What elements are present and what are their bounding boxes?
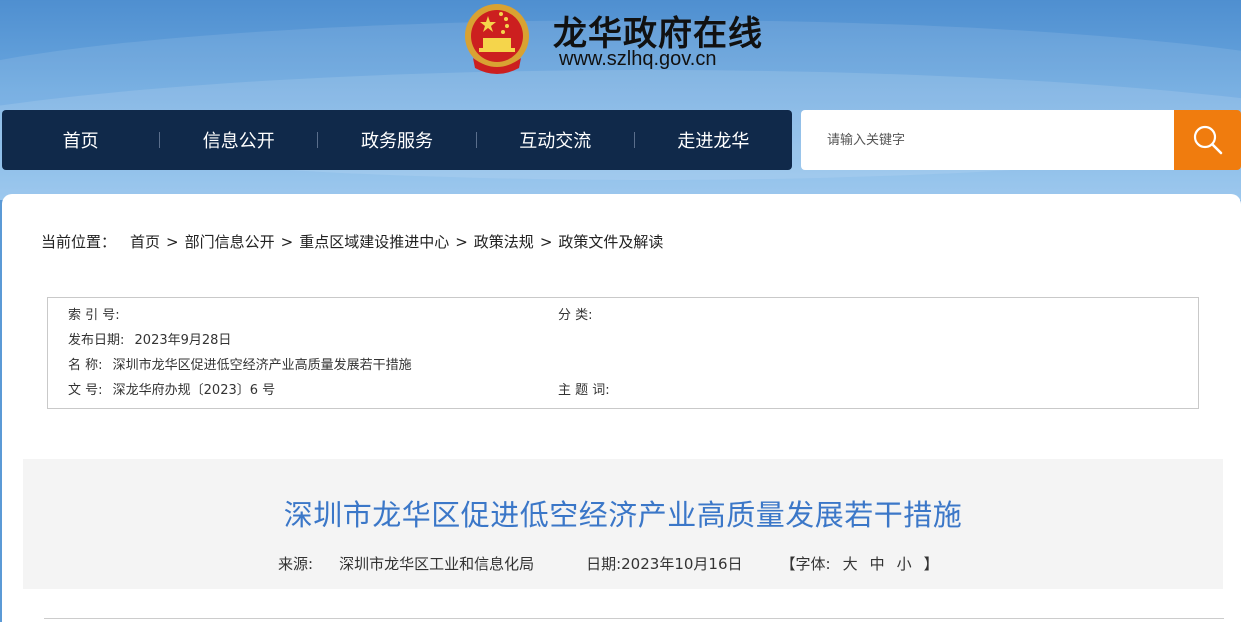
- date-value: 2023年10月16日: [621, 555, 743, 573]
- font-size-label: 【字体:: [780, 555, 831, 573]
- search-icon: [1193, 125, 1222, 155]
- meta-docno-value: 深龙华府办规〔2023〕6 号: [112, 383, 276, 398]
- source-value: 深圳市龙华区工业和信息化局: [339, 555, 535, 573]
- main-nav: 首页 信息公开 政务服务 互动交流 走进龙华: [2, 110, 792, 170]
- meta-index-row: 索 引 号:: [68, 306, 126, 326]
- breadcrumb-policy-regulations[interactable]: 政策法规: [474, 231, 534, 252]
- meta-category-label: 分 类:: [558, 308, 593, 323]
- document-info-line: 来源: 深圳市龙华区工业和信息化局 日期: 2023年10月16日 【字体: 大…: [278, 553, 939, 574]
- meta-date-value: 2023年9月28日: [134, 333, 232, 348]
- breadcrumb-key-area-center[interactable]: 重点区域建设推进中心: [299, 231, 449, 252]
- font-size-control: 【字体: 大 中 小 】: [781, 553, 939, 574]
- source-label: 来源:: [278, 555, 314, 573]
- document-title: 深圳市龙华区促进低空经济产业高质量发展若干措施: [283, 498, 963, 532]
- font-size-small-button[interactable]: 小: [897, 553, 912, 574]
- breadcrumb-home[interactable]: 首页: [130, 231, 160, 252]
- meta-date-label: 发布日期:: [68, 333, 125, 348]
- breadcrumb-separator: >: [166, 232, 179, 251]
- meta-name-label: 名 称:: [68, 358, 103, 373]
- meta-keywords-row: 主 题 词:: [558, 381, 616, 401]
- breadcrumb-separator: >: [539, 232, 553, 251]
- breadcrumb-separator: >: [455, 232, 468, 251]
- meta-docno-label: 文 号:: [68, 383, 103, 398]
- date-label: 日期:: [586, 555, 622, 573]
- breadcrumb-separator: >: [280, 232, 294, 251]
- breadcrumb-lead: 当前位置：: [41, 233, 117, 251]
- nav-item-gov-services[interactable]: 政务服务: [318, 127, 475, 153]
- nav-item-info-disclosure[interactable]: 信息公开: [160, 127, 317, 153]
- meta-index-label: 索 引 号:: [68, 308, 120, 323]
- site-url: www.szlhq.gov.cn: [559, 48, 717, 70]
- document-meta-table: 索 引 号: 分 类: 发布日期: 2023年9月28日 名 称: 深圳市龙华区…: [47, 297, 1199, 409]
- content-divider: [44, 618, 1224, 619]
- meta-keywords-label: 主 题 词:: [558, 383, 610, 398]
- font-size-bracket: 】: [923, 555, 939, 573]
- nav-item-interaction[interactable]: 互动交流: [477, 127, 634, 153]
- font-size-large-button[interactable]: 大: [843, 553, 858, 574]
- breadcrumb: 当前位置： 首页 > 部门信息公开 > 重点区域建设推进中心 > 政策法规 > …: [41, 231, 663, 252]
- nav-item-home[interactable]: 首页: [2, 127, 159, 153]
- meta-docno-row: 文 号: 深龙华府办规〔2023〕6 号: [68, 381, 275, 401]
- font-size-medium-button[interactable]: 中: [870, 553, 885, 574]
- meta-date-row: 发布日期: 2023年9月28日: [68, 331, 231, 351]
- breadcrumb-policy-docs[interactable]: 政策文件及解读: [558, 231, 663, 252]
- nav-item-about-longhua[interactable]: 走进龙华: [635, 127, 792, 153]
- meta-name-value: 深圳市龙华区促进低空经济产业高质量发展若干措施: [112, 358, 412, 373]
- national-emblem-icon: [465, 4, 529, 74]
- search-button[interactable]: [1174, 110, 1241, 170]
- meta-name-row: 名 称: 深圳市龙华区促进低空经济产业高质量发展若干措施: [68, 356, 412, 376]
- search-input[interactable]: [801, 110, 1175, 170]
- meta-category-row: 分 类:: [558, 306, 599, 326]
- breadcrumb-dept-info[interactable]: 部门信息公开: [185, 231, 275, 252]
